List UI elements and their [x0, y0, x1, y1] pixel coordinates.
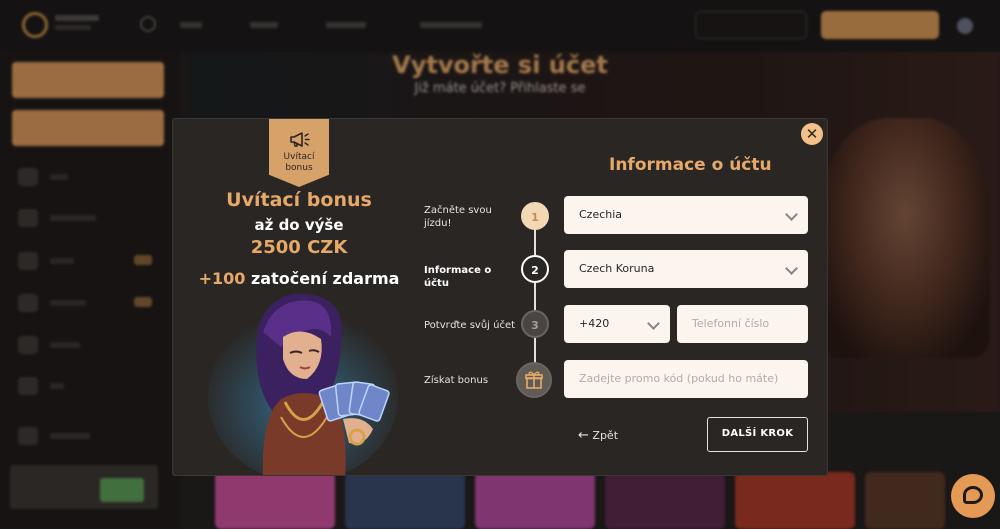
bonus-panel: Uvítací bonus Uvítací bonus až do výše 2… [173, 119, 413, 475]
chat-button[interactable] [951, 474, 995, 518]
bonus-title: Uvítací bonus [226, 189, 372, 211]
step-2-circle: 2 [521, 255, 549, 283]
bonus-free-spins: +100 zatočení zdarma [173, 269, 413, 288]
chat-icon [963, 486, 983, 504]
registration-modal: Uvítací bonus Uvítací bonus až do výše 2… [172, 118, 828, 476]
spins-count: +100 [198, 269, 246, 288]
bonus-ribbon: Uvítací bonus [269, 119, 329, 187]
country-select[interactable]: Czechia [564, 196, 808, 234]
bonus-amount: 2500 CZK [250, 237, 348, 258]
form-title: Informace o účtu [609, 155, 772, 175]
promo-code-input[interactable]: Zadejte promo kód (pokud ho máte) [564, 360, 808, 398]
back-label: Zpět [592, 429, 619, 442]
ribbon-label: Uvítací bonus [283, 152, 315, 173]
step-label-3: Potvrďte svůj účet [424, 320, 516, 331]
step-label-4: Získat bonus [424, 375, 489, 386]
phone-placeholder: Telefonní číslo [692, 317, 770, 330]
currency-select[interactable]: Czech Koruna [564, 250, 808, 288]
phone-prefix-select[interactable]: +420 [564, 305, 670, 343]
phone-input[interactable]: Telefonní číslo [677, 305, 808, 343]
chevron-down-icon [785, 208, 798, 221]
step-label-1: Začněte svou jízdu! [424, 205, 492, 229]
arrow-left-icon: ← [578, 428, 589, 443]
phone-prefix-value: +420 [579, 317, 610, 330]
next-step-button[interactable]: DALŠÍ KROK [707, 417, 808, 452]
chevron-down-icon [785, 262, 798, 275]
promo-placeholder: Zadejte promo kód (pokud ho máte) [579, 372, 779, 385]
megaphone-icon [290, 132, 310, 147]
country-value: Czechia [579, 208, 623, 221]
back-button[interactable]: ← Zpět [578, 428, 618, 443]
step-1-circle: 1 [521, 202, 549, 230]
bonus-subtitle: až do výše [254, 216, 344, 234]
step-4-circle [516, 362, 552, 398]
step-3-circle: 3 [521, 310, 549, 338]
spins-text: zatočení zdarma [250, 269, 400, 288]
gift-icon [525, 371, 543, 389]
chevron-down-icon [647, 317, 660, 330]
character-illustration [208, 293, 398, 475]
currency-value: Czech Koruna [579, 262, 655, 275]
close-button[interactable]: ✕ [801, 123, 823, 145]
step-label-2: Informace o účtu [424, 265, 492, 289]
